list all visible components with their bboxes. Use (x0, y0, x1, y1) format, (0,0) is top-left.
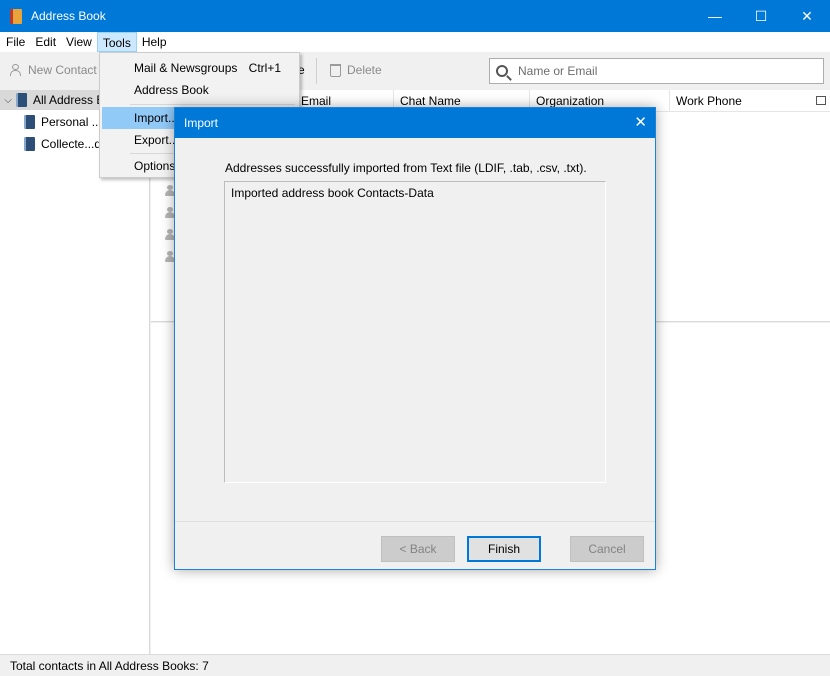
search-icon (496, 65, 508, 77)
dialog-divider (175, 521, 655, 522)
menu-item-label: Import... (134, 111, 179, 125)
menu-help[interactable]: Help (137, 32, 172, 52)
finish-button[interactable]: Finish (467, 536, 541, 562)
tree-item-label: Personal ... (41, 115, 102, 129)
column-work-phone[interactable]: Work Phone (669, 90, 809, 112)
column-picker-icon[interactable] (816, 96, 826, 105)
menu-item-mail-newsgroups[interactable]: Mail & Newsgroups Ctrl+1 (102, 57, 297, 79)
menu-separator (130, 104, 295, 105)
tree-item-label: Collecte...d (41, 137, 102, 151)
dialog-title: Import (184, 116, 219, 130)
add-contact-icon (10, 63, 24, 77)
chevron-down-icon[interactable]: ⌵ (2, 95, 14, 106)
address-book-app-icon (10, 8, 22, 24)
tree-item-collected[interactable]: Collecte...d (24, 134, 101, 154)
shortcut-label: Ctrl+1 (248, 61, 281, 75)
new-contact-button[interactable]: New Contact (10, 63, 97, 77)
title-bar: Address Book — ☐ ✕ (0, 0, 830, 32)
menu-item-address-book[interactable]: Address Book (102, 79, 297, 101)
back-button[interactable]: < Back (381, 536, 455, 562)
trash-icon (330, 63, 341, 77)
search-placeholder: Name or Email (518, 64, 598, 78)
menu-view[interactable]: View (61, 32, 97, 52)
dialog-close-button[interactable]: ✕ (634, 108, 647, 138)
import-dialog: Import ✕ Addresses successfully imported… (174, 107, 656, 570)
toolbar-separator (316, 58, 317, 84)
delete-button[interactable]: Delete (330, 63, 382, 77)
menu-bar: File Edit View Tools Help (0, 32, 830, 52)
delete-label: Delete (347, 63, 382, 77)
close-window-button[interactable]: ✕ (784, 0, 830, 32)
menu-item-label: Address Book (134, 83, 209, 97)
address-book-icon (24, 137, 35, 151)
address-book-icon (16, 93, 27, 107)
menu-tools[interactable]: Tools (96, 32, 137, 52)
window-controls: — ☐ ✕ (692, 0, 830, 32)
dialog-title-bar: Import (175, 108, 655, 138)
window-title: Address Book (31, 9, 106, 23)
menu-item-label: Export... (134, 133, 179, 147)
menu-item-label: Options (134, 159, 176, 173)
cancel-button[interactable]: Cancel (570, 536, 644, 562)
import-log-box[interactable]: Imported address book Contacts-Data (224, 181, 606, 483)
status-bar: Total contacts in All Address Books: 7 (0, 654, 830, 676)
new-contact-label: New Contact (28, 63, 97, 77)
menu-item-label: Mail & Newsgroups (134, 61, 238, 75)
maximize-button[interactable]: ☐ (738, 0, 784, 32)
minimize-button[interactable]: — (692, 0, 738, 32)
search-input[interactable]: Name or Email (489, 58, 824, 84)
import-log-line: Imported address book Contacts-Data (231, 186, 434, 200)
address-book-icon (24, 115, 35, 129)
menu-file[interactable]: File (1, 32, 30, 52)
tree-item-personal[interactable]: Personal ... (24, 112, 102, 132)
import-result-message: Addresses successfully imported from Tex… (225, 161, 587, 175)
menu-edit[interactable]: Edit (30, 32, 61, 52)
tree-item-label: All Address B (33, 93, 105, 107)
